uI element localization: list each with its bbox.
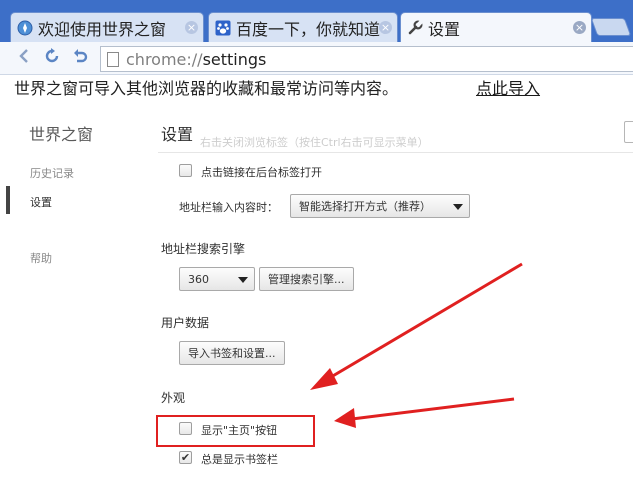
sidebar-title: 世界之窗 (29, 125, 94, 144)
wrench-icon (407, 19, 423, 36)
infobar-message: 世界之窗可导入其他浏览器的收藏和最常访问等内容。 (14, 79, 399, 98)
header-divider (158, 152, 633, 153)
manage-search-engines-button[interactable]: 管理搜索引擎... (259, 267, 354, 291)
new-tab-button[interactable] (590, 18, 632, 36)
sidebar-selection-marker (6, 186, 10, 214)
chevron-down-icon (238, 277, 248, 283)
search-engine-select[interactable]: 360 (179, 267, 255, 291)
url-scheme: chrome:// (126, 49, 203, 69)
import-infobar: 世界之窗可导入其他浏览器的收藏和最常访问等内容。 点此导入 (0, 75, 633, 99)
always-show-bookmarks-checkbox[interactable]: ✔ (179, 451, 192, 464)
close-icon[interactable]: × (573, 21, 586, 34)
tab-strip: 欢迎使用世界之窗 × 百度一下，你就知道 × 设置 × (0, 0, 633, 42)
settings-search-input[interactable] (624, 121, 633, 143)
close-icon[interactable]: × (185, 21, 198, 34)
baidu-paw-icon (215, 20, 231, 36)
tab-title: 百度一下，你就知道 (236, 19, 381, 39)
chevron-down-icon (453, 204, 463, 210)
reload-icon (43, 47, 61, 69)
page-icon (107, 51, 119, 67)
close-icon[interactable]: × (379, 21, 392, 34)
sidebar-item-history[interactable]: 历史记录 (30, 165, 74, 181)
address-bar-input-select[interactable]: 智能选择打开方式（推荐） (290, 194, 470, 218)
page-title: 设置 (161, 125, 194, 144)
import-link[interactable]: 点此导入 (476, 75, 540, 99)
url-path: settings (202, 49, 267, 69)
address-bar[interactable]: chrome://settings (100, 46, 633, 72)
select-value: 智能选择打开方式（推荐） (299, 200, 431, 213)
sidebar-item-settings[interactable]: 设置 (30, 194, 52, 210)
undo-close-tab-button[interactable] (70, 48, 90, 68)
tab-title: 设置 (428, 19, 461, 39)
reload-button[interactable] (42, 48, 62, 68)
import-bookmarks-button[interactable]: 导入书签和设置... (179, 341, 285, 365)
checkmark-icon: ✔ (180, 451, 191, 464)
sidebar-item-help[interactable]: 帮助 (30, 250, 52, 266)
open-links-background-label: 点击链接在后台标签打开 (201, 166, 322, 179)
select-value: 360 (188, 272, 209, 286)
tab-settings[interactable]: 设置 × (400, 12, 592, 42)
undo-icon (71, 47, 89, 69)
tab-title: 欢迎使用世界之窗 (38, 19, 167, 39)
user-data-section-title: 用户数据 (161, 316, 210, 330)
annotation-highlight-box (156, 415, 315, 447)
arrow-icon (334, 397, 515, 428)
toolbar: chrome://settings (0, 42, 633, 75)
appearance-section-title: 外观 (161, 391, 186, 405)
arrow-left-icon (16, 48, 32, 68)
open-links-background-checkbox[interactable] (179, 164, 192, 177)
globe-icon (17, 20, 33, 36)
tab-welcome[interactable]: 欢迎使用世界之窗 × (10, 12, 204, 42)
scrolled-option-ghost: 右击关闭浏览标签（按住Ctrl右击可显示菜单） (200, 136, 429, 149)
back-button[interactable] (14, 48, 34, 68)
search-engine-section-title: 地址栏搜索引擎 (161, 242, 246, 256)
tab-baidu[interactable]: 百度一下，你就知道 × (208, 12, 398, 42)
address-bar-input-label: 地址栏输入内容时： (179, 201, 278, 214)
always-show-bookmarks-label: 总是显示书签栏 (201, 453, 278, 466)
